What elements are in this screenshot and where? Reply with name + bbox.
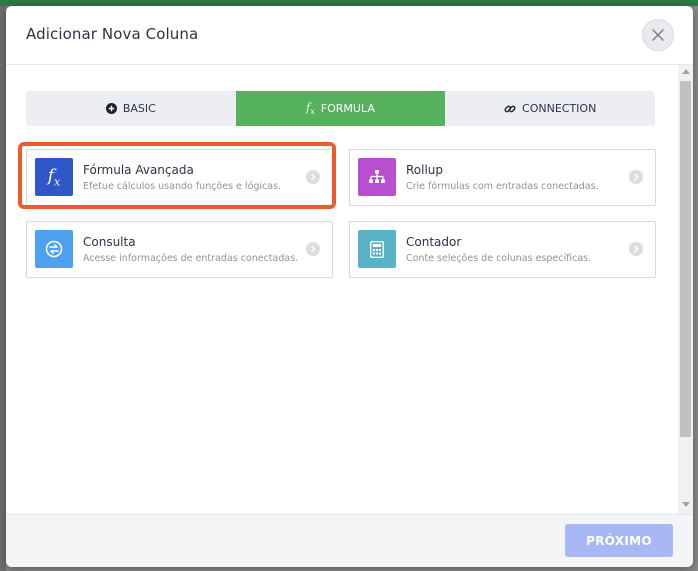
card-icon-box xyxy=(358,230,396,268)
tab-basic-label: BASIC xyxy=(122,102,156,115)
card-rollup[interactable]: Rollup Crie fórmulas com entradas conect… xyxy=(349,149,656,206)
calculator-icon xyxy=(370,240,384,258)
fx-icon: fx xyxy=(47,165,61,189)
card-advanced-formula[interactable]: fx Fórmula Avançada Efetue cálculos usan… xyxy=(26,149,333,206)
add-column-modal: Adicionar Nova Coluna BASIC fx FORMULA C… xyxy=(6,6,693,567)
column-type-tabs: BASIC fx FORMULA CONNECTION xyxy=(26,91,655,126)
scrollbar[interactable] xyxy=(678,65,693,514)
card-title: Contador xyxy=(406,235,462,249)
card-icon-box xyxy=(358,158,396,196)
tab-formula-label: FORMULA xyxy=(320,102,375,115)
card-description: Crie fórmulas com entradas conectadas. xyxy=(406,181,599,192)
tab-connection[interactable]: CONNECTION xyxy=(445,91,655,126)
scroll-up-arrow-icon[interactable] xyxy=(682,69,690,74)
scrollbar-thumb[interactable] xyxy=(680,81,691,437)
tab-connection-label: CONNECTION xyxy=(522,102,597,115)
tab-formula[interactable]: fx FORMULA xyxy=(235,91,446,126)
fx-icon: fx xyxy=(306,100,315,117)
hierarchy-icon xyxy=(369,170,385,183)
link-icon xyxy=(504,105,516,112)
card-icon-box xyxy=(35,230,73,268)
chevron-right-icon xyxy=(306,170,320,184)
card-title: Rollup xyxy=(406,163,444,177)
modal-body: BASIC fx FORMULA CONNECTION fx Fórmula A… xyxy=(6,65,693,514)
close-button[interactable] xyxy=(642,19,674,51)
lookup-icon xyxy=(45,240,63,258)
next-button[interactable]: PRÓXIMO xyxy=(565,524,673,557)
card-icon-box: fx xyxy=(35,158,73,196)
plus-circle-icon xyxy=(105,103,117,114)
card-title: Consulta xyxy=(83,235,136,249)
card-counter[interactable]: Contador Conte seleções de colunas espec… xyxy=(349,221,656,278)
modal-title: Adicionar Nova Coluna xyxy=(26,25,199,43)
chevron-right-icon xyxy=(629,170,643,184)
chevron-right-icon xyxy=(629,242,643,256)
card-description: Efetue cálculos usando funções e lógicas… xyxy=(83,181,282,192)
modal-header: Adicionar Nova Coluna xyxy=(6,6,693,65)
close-icon xyxy=(652,29,664,41)
modal-footer: PRÓXIMO xyxy=(6,514,693,567)
card-lookup[interactable]: Consulta Acesse informações de entradas … xyxy=(26,221,333,278)
card-description: Acesse informações de entradas conectada… xyxy=(83,253,299,264)
chevron-right-icon xyxy=(306,242,320,256)
scroll-down-arrow-icon[interactable] xyxy=(682,502,690,507)
card-description: Conte seleções de colunas específicas. xyxy=(406,253,592,264)
tab-basic[interactable]: BASIC xyxy=(26,91,236,126)
card-title: Fórmula Avançada xyxy=(83,163,194,177)
